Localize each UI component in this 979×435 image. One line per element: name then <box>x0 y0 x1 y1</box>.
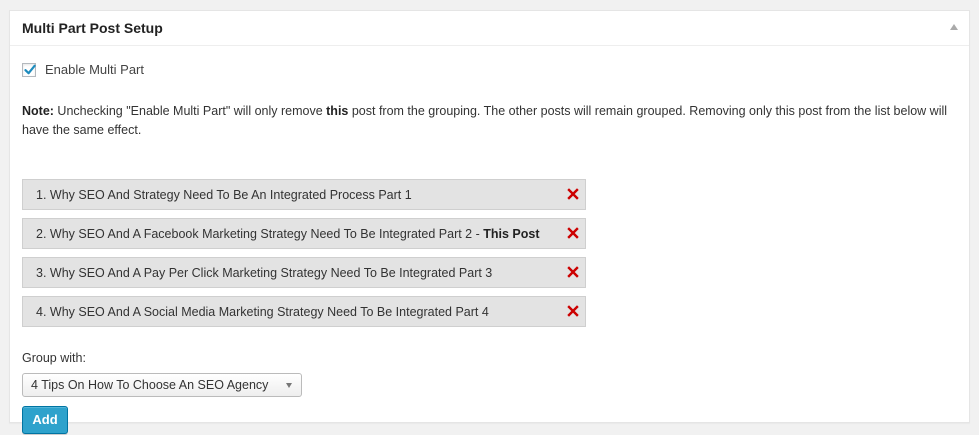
remove-x-icon[interactable] <box>567 188 579 200</box>
enable-multi-part-checkbox[interactable] <box>22 63 36 77</box>
group-with-selected-value: 4 Tips On How To Choose An SEO Agency <box>31 378 269 392</box>
post-part-item[interactable]: 2. Why SEO And A Facebook Marketing Stra… <box>22 218 586 249</box>
post-part-label: 3. Why SEO And A Pay Per Click Marketing… <box>36 266 493 280</box>
enable-multi-part-label: Enable Multi Part <box>45 62 144 77</box>
post-part-item[interactable]: 3. Why SEO And A Pay Per Click Marketing… <box>22 257 586 288</box>
checkmark-icon <box>24 64 36 75</box>
remove-x-icon[interactable] <box>567 227 579 239</box>
post-parts-list: 1. Why SEO And Strategy Need To Be An In… <box>22 179 586 335</box>
group-with-select[interactable]: 4 Tips On How To Choose An SEO Agency <box>22 373 302 397</box>
post-part-item[interactable]: 1. Why SEO And Strategy Need To Be An In… <box>22 179 586 210</box>
post-part-title: 3. Why SEO And A Pay Per Click Marketing… <box>36 265 492 281</box>
post-part-title: 1. Why SEO And Strategy Need To Be An In… <box>36 187 412 203</box>
metabox-title: Multi Part Post Setup <box>22 20 163 36</box>
dropdown-arrow-icon <box>286 383 292 388</box>
add-button[interactable]: Add <box>22 406 68 434</box>
note-text: Note: Unchecking "Enable Multi Part" wil… <box>22 102 962 140</box>
multi-part-post-setup-metabox: Multi Part Post Setup Enable Multi Part … <box>9 10 970 434</box>
enable-multi-part-option[interactable]: Enable Multi Part <box>22 62 144 78</box>
this-post-marker: This Post <box>483 227 540 241</box>
note-text-before: Unchecking "Enable Multi Part" will only… <box>53 104 327 118</box>
post-part-item[interactable]: 4. Why SEO And A Social Media Marketing … <box>22 296 586 327</box>
remove-x-icon[interactable] <box>567 305 579 317</box>
group-with-label: Group with: <box>22 351 86 365</box>
post-part-label: 4. Why SEO And A Social Media Marketing … <box>36 305 489 319</box>
post-part-label: 1. Why SEO And Strategy Need To Be An In… <box>36 188 412 202</box>
post-part-title: 2. Why SEO And A Facebook Marketing Stra… <box>36 226 540 242</box>
metabox-header[interactable]: Multi Part Post Setup <box>10 11 969 46</box>
remove-x-icon[interactable] <box>567 266 579 278</box>
post-part-label: 2. Why SEO And A Facebook Marketing Stra… <box>36 227 484 241</box>
note-emphasis: this <box>326 104 349 118</box>
collapse-arrow-icon[interactable] <box>950 24 958 30</box>
note-prefix: Note: <box>22 104 54 118</box>
post-part-title: 4. Why SEO And A Social Media Marketing … <box>36 304 489 320</box>
